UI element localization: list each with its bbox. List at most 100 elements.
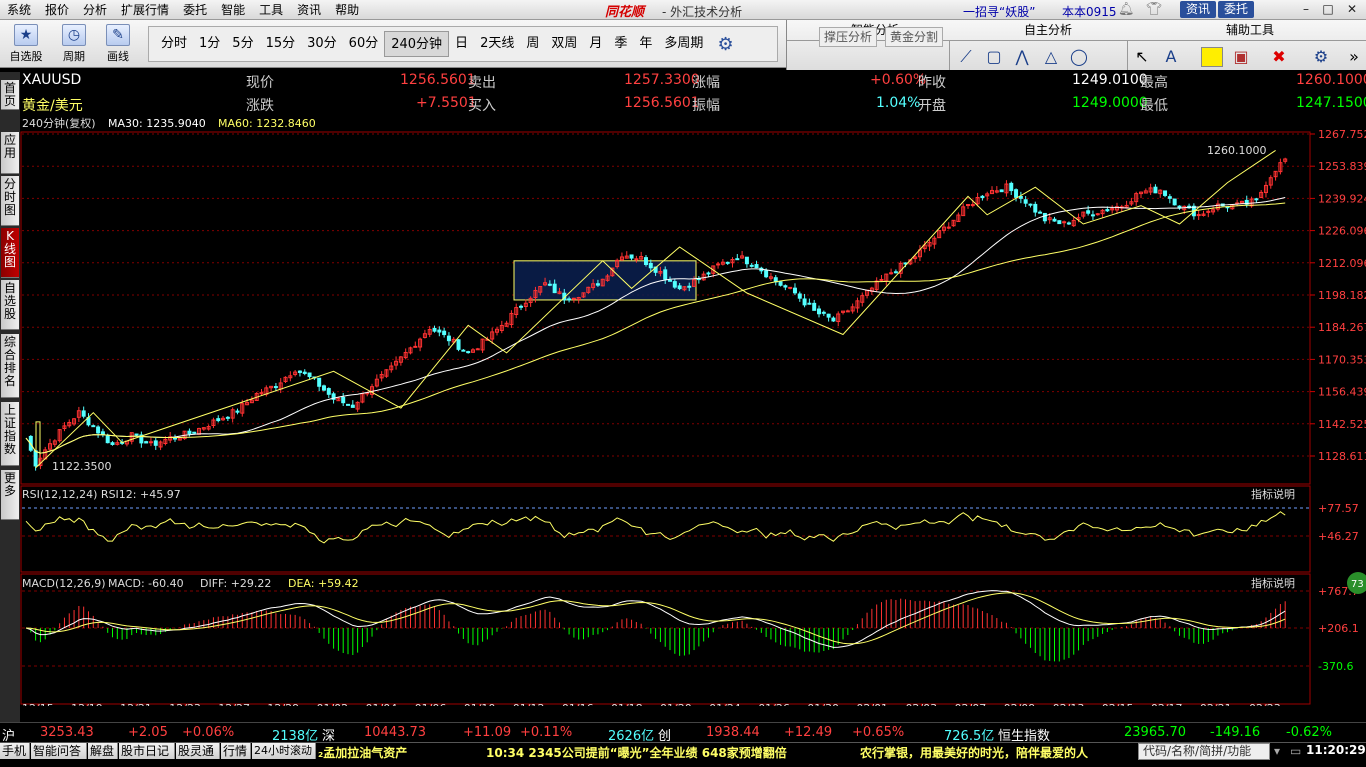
color-picker[interactable] <box>1201 47 1223 67</box>
menu-smart[interactable]: 智能 <box>214 1 252 18</box>
status-diary[interactable]: 股市日记 <box>119 743 175 759</box>
period-day[interactable]: 日 <box>449 31 474 57</box>
status-mobile[interactable]: 手机 <box>0 743 30 759</box>
maximize-icon[interactable]: □ <box>1320 2 1336 17</box>
news-ticker-3[interactable]: 农行掌银，用最美好的时光，陪伴最爱的人 <box>860 744 1088 761</box>
period-60min[interactable]: 60分 <box>343 31 385 57</box>
tab-timeshare[interactable]: 分时图 <box>1 176 19 226</box>
period-240min[interactable]: 240分钟 <box>384 31 450 57</box>
status-market[interactable]: 行情 <box>221 743 251 759</box>
arrow-down-icon[interactable]: ▾ <box>1274 744 1280 758</box>
version-label[interactable]: 本本0915 <box>1062 3 1117 20</box>
sz-value[interactable]: 10443.73 <box>364 725 426 740</box>
candle-body <box>629 254 634 259</box>
candle-body <box>1028 203 1033 206</box>
chart-area[interactable]: 240分钟(复权) MA30: 1235.9040 MA60: 1232.846… <box>20 116 1366 706</box>
search-input[interactable]: 代码/名称/简拼/功能 <box>1138 743 1270 760</box>
self-select-button[interactable]: ★ 自选股 <box>6 22 46 66</box>
candle-body <box>749 264 754 267</box>
status-guling[interactable]: 股灵通 <box>176 743 220 759</box>
period-year[interactable]: 年 <box>633 31 658 57</box>
candle-body <box>148 441 153 444</box>
candle-body <box>831 317 836 322</box>
window-subtitle: - 外汇技术分析 <box>662 5 743 19</box>
polyline-tool-icon[interactable]: ⋀ <box>1011 46 1033 68</box>
tab-watchlist[interactable]: 自选股 <box>1 280 19 330</box>
period-quarter[interactable]: 季 <box>608 31 633 57</box>
period-month[interactable]: 月 <box>583 31 608 57</box>
candle-body <box>571 297 576 300</box>
save-icon[interactable]: ▣ <box>1230 46 1252 68</box>
tab-more[interactable]: 更多 <box>1 470 19 520</box>
support-resistance-button[interactable]: 撑压分析 <box>819 27 878 47</box>
close-icon[interactable]: ✕ <box>1344 2 1360 17</box>
more-icon[interactable]: » <box>1343 46 1365 68</box>
value-price: 1256.5601 <box>400 72 476 88</box>
candle-body <box>802 298 807 306</box>
status-24h[interactable]: 24小时滚动 <box>252 743 316 759</box>
menu-ext-quote[interactable]: 扩展行情 <box>114 1 176 18</box>
tab-apps[interactable]: 应用 <box>1 132 19 174</box>
tab-sh-index[interactable]: 上证指数 <box>1 402 19 466</box>
tab-ranking[interactable]: 综合排名 <box>1 334 19 398</box>
candle-body <box>134 433 139 436</box>
bell-icon[interactable]: 🔔︎ <box>1118 2 1135 17</box>
golden-section-button[interactable]: 黄金分割 <box>885 27 944 47</box>
candle-body <box>889 272 894 275</box>
sh-value[interactable]: 3253.43 <box>40 725 94 740</box>
status-qa[interactable]: 智能问答 <box>31 743 87 759</box>
menu-entrust[interactable]: 委托 <box>176 1 214 18</box>
line-tool-icon[interactable]: ⟋ <box>955 46 977 68</box>
rsi-explain-button[interactable]: 指标说明 <box>1251 487 1295 501</box>
label-sell: 卖出 <box>468 75 496 91</box>
period-1min[interactable]: 1分 <box>193 31 226 57</box>
menu-news[interactable]: 资讯 <box>290 1 328 18</box>
settings-icon[interactable]: ⚙ <box>1310 46 1332 68</box>
macd-explain-button[interactable]: 指标说明 <box>1251 576 1295 590</box>
period-week[interactable]: 周 <box>520 31 545 57</box>
period-30min[interactable]: 30分 <box>301 31 343 57</box>
tab-kline[interactable]: K线图 <box>1 228 19 278</box>
text-tool-icon[interactable]: A <box>1160 46 1182 68</box>
period-tick[interactable]: 分时 <box>155 31 193 57</box>
aux-tools-tab[interactable]: 辅助工具 <box>1133 20 1366 40</box>
sh-change: +2.05 <box>128 725 168 740</box>
promo-link[interactable]: 一招寻“妖股” <box>963 3 1035 20</box>
minimize-icon[interactable]: – <box>1298 2 1314 17</box>
main-frame <box>20 131 1311 485</box>
candle-body <box>970 204 975 207</box>
cursor-icon[interactable]: ↖ <box>1131 46 1153 68</box>
menu-quote[interactable]: 报价 <box>38 1 76 18</box>
menu-tools[interactable]: 工具 <box>252 1 290 18</box>
period-2week[interactable]: 双周 <box>545 31 583 57</box>
ellipse-tool-icon[interactable]: ◯ <box>1068 46 1090 68</box>
kline-chart[interactable]: 240分钟(复权) MA30: 1235.9040 MA60: 1232.846… <box>20 116 1366 706</box>
monitor-icon[interactable]: ▭ <box>1290 744 1301 758</box>
entrust-button[interactable]: 委托 <box>1218 1 1255 18</box>
rect-tool-icon[interactable]: ▢ <box>983 46 1005 68</box>
period-15min[interactable]: 15分 <box>260 31 302 57</box>
macd-group <box>25 590 1286 662</box>
tab-home[interactable]: 首页 <box>1 80 19 110</box>
status-analysis[interactable]: 解盘 <box>88 743 118 759</box>
cy-value[interactable]: 1938.44 <box>706 725 760 740</box>
period-button[interactable]: ◷ 周期 <box>54 22 94 66</box>
value-buy: 1256.5601 <box>624 95 700 111</box>
menu-help[interactable]: 帮助 <box>328 1 366 18</box>
news-ticker-1[interactable]: ₂孟加拉油气资产 <box>318 744 407 761</box>
custom-analysis-tab[interactable]: 自主分析 <box>963 20 1133 40</box>
gear-icon[interactable]: ⚙ <box>717 34 733 55</box>
menu-analysis[interactable]: 分析 <box>76 1 114 18</box>
draw-button[interactable]: ✎ 画线 <box>98 22 138 66</box>
period-2day[interactable]: 2天线 <box>474 31 520 57</box>
news-ticker-2[interactable]: 10:34 2345公司提前“曝光”全年业绩 648家预增翻倍 <box>486 744 787 761</box>
period-5min[interactable]: 5分 <box>226 31 259 57</box>
menu-system[interactable]: 系统 <box>0 1 38 18</box>
value-open: 1249.0000 <box>1072 95 1148 111</box>
hs-value[interactable]: 23965.70 <box>1124 725 1186 740</box>
delete-icon[interactable]: ✖ <box>1268 46 1290 68</box>
triangle-tool-icon[interactable]: △ <box>1040 46 1062 68</box>
info-button[interactable]: 资讯 <box>1180 1 1217 18</box>
shirt-icon[interactable]: 👕︎ <box>1146 2 1163 17</box>
period-multi[interactable]: 多周期 <box>658 31 709 57</box>
